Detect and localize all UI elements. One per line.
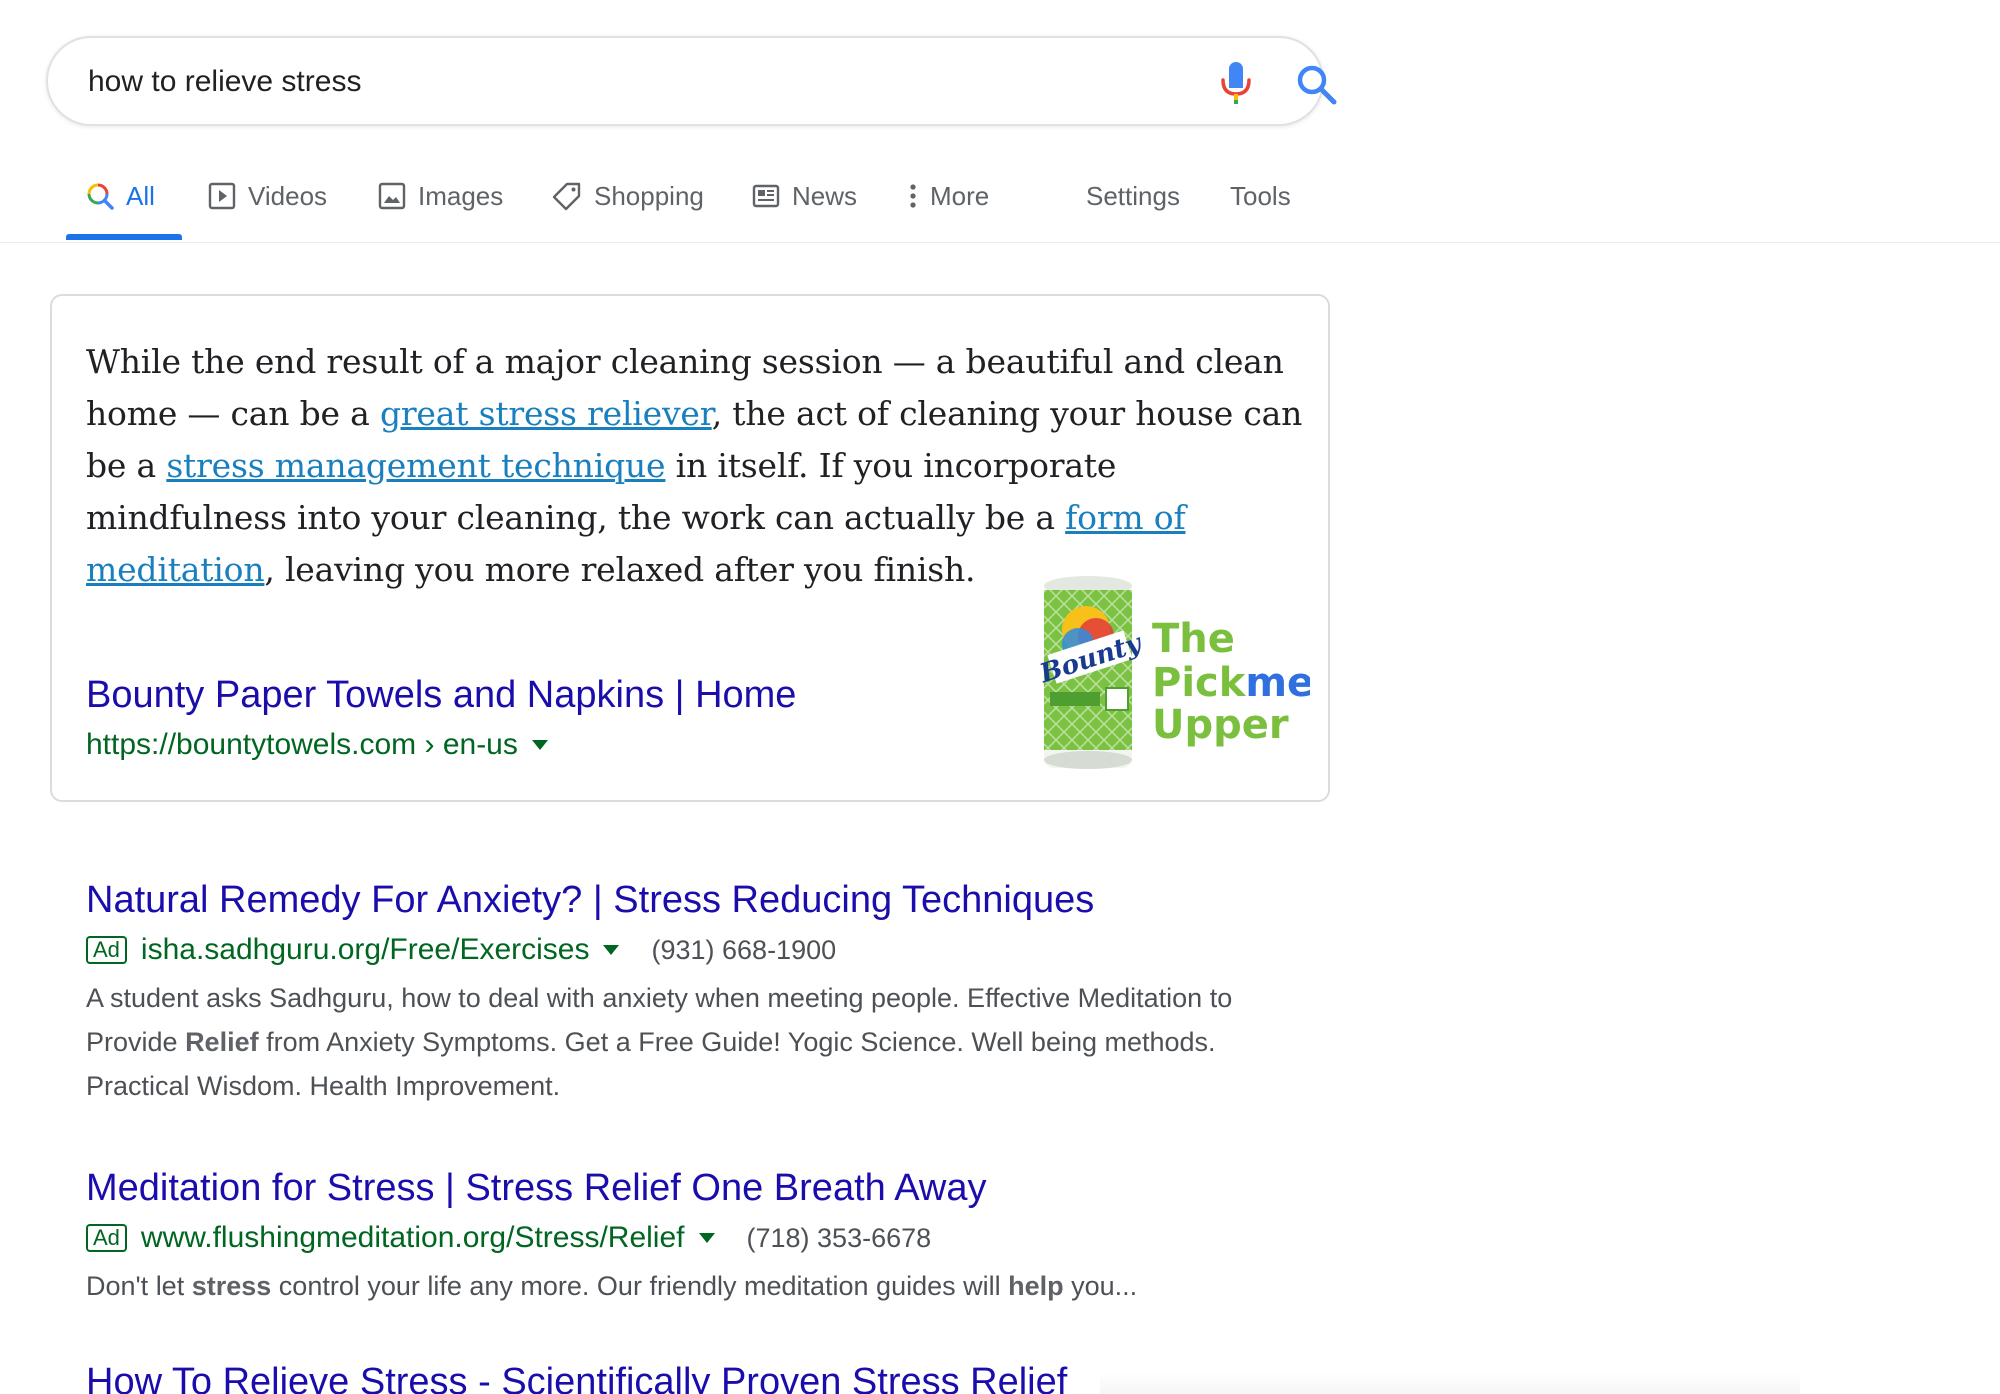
ad-badge: Ad [86, 936, 127, 964]
search-input[interactable] [88, 60, 1088, 104]
image-icon [378, 182, 406, 210]
bottom-shadow [1100, 1372, 1800, 1394]
result-phone[interactable]: (718) 353-6678 [747, 1223, 932, 1254]
result-meta: Ad isha.sadhguru.org/Free/Exercises (931… [86, 930, 1366, 970]
microphone-icon[interactable] [1216, 60, 1256, 106]
tagline-upper: Upper [1152, 702, 1289, 748]
tab-label: Shopping [594, 180, 704, 211]
featured-result-title[interactable]: Bounty Paper Towels and Napkins | Home [86, 674, 796, 717]
featured-snippet-text: While the end result of a major cleaning… [86, 336, 1316, 596]
tab-more[interactable]: More [908, 178, 989, 214]
search-result-ad: Meditation for Stress | Stress Relief On… [86, 1164, 1366, 1308]
ad-badge: Ad [86, 1224, 127, 1252]
caret-down-icon[interactable] [531, 740, 548, 750]
tab-label: News [792, 180, 858, 211]
video-play-icon [208, 182, 236, 210]
search-bar [46, 36, 1337, 126]
desc-text: Don't let [86, 1271, 192, 1301]
tab-label: Images [418, 180, 504, 211]
tab-images[interactable]: Images [378, 178, 503, 214]
multicolor-search-icon [87, 183, 114, 210]
result-meta: Ad www.flushingmeditation.org/Stress/Rel… [86, 1218, 1366, 1258]
tab-all[interactable]: All [86, 178, 155, 214]
tab-settings[interactable]: Settings [1086, 178, 1180, 214]
snippet-text: , leaving you more relaxed after you fin… [264, 550, 976, 589]
result-title[interactable]: Meditation for Stress | Stress Relief On… [86, 1164, 1366, 1212]
tab-news[interactable]: News [752, 178, 857, 214]
result-title[interactable]: Natural Remedy For Anxiety? | Stress Red… [86, 876, 1366, 924]
result-url: isha.sadhguru.org/Free/Exercises [140, 933, 590, 966]
result-url: www.flushingmeditation.org/Stress/Relief [140, 1221, 685, 1254]
featured-url-text: https://bountytowels.com › en-us [86, 728, 518, 761]
result-description: Don't let stress control your life any m… [86, 1264, 1306, 1308]
desc-bold: help [1008, 1271, 1064, 1301]
tab-videos[interactable]: Videos [208, 178, 327, 214]
search-tabs: All Videos Images Shopping News More Set… [0, 150, 2000, 243]
desc-bold: Relief [185, 1027, 259, 1057]
search-results-page: All Videos Images Shopping [0, 0, 2000, 1394]
tab-label: More [930, 180, 990, 211]
caret-down-icon[interactable] [603, 945, 620, 955]
desc-bold: stress [191, 1271, 272, 1301]
tab-tools[interactable]: Tools [1230, 178, 1291, 214]
tab-label: Tools [1230, 180, 1291, 211]
tab-label: Settings [1086, 180, 1180, 211]
snippet-link-stress-management-technique[interactable]: stress management technique [166, 446, 665, 485]
result-description: A student asks Sadhguru, how to deal wit… [86, 976, 1306, 1108]
more-vertical-icon [910, 184, 916, 208]
tab-shopping[interactable]: Shopping [552, 178, 704, 214]
bounty-ad-image[interactable]: Bounty The Pickme Upper [1040, 572, 1310, 772]
active-tab-indicator [66, 234, 182, 240]
tab-label: All [126, 180, 155, 211]
tag-icon [552, 182, 581, 211]
snippet-link-great-stress-reliever[interactable]: great stress reliever [380, 394, 712, 433]
caret-down-icon[interactable] [698, 1233, 715, 1243]
tab-label: Videos [248, 180, 328, 211]
tagline-pick: Pickme [1152, 660, 1310, 706]
search-icon[interactable] [1294, 62, 1338, 106]
newspaper-icon [752, 184, 780, 208]
search-result-ad: Natural Remedy For Anxiety? | Stress Red… [86, 876, 1366, 1108]
result-phone[interactable]: (931) 668-1900 [651, 935, 836, 966]
featured-snippet-card: While the end result of a major cleaning… [50, 294, 1330, 802]
tagline-the: The [1152, 616, 1235, 662]
desc-text: you... [1063, 1271, 1138, 1301]
featured-result-url: https://bountytowels.com › en-us [86, 728, 548, 762]
desc-text: control your life any more. Our friendly… [271, 1271, 1009, 1301]
